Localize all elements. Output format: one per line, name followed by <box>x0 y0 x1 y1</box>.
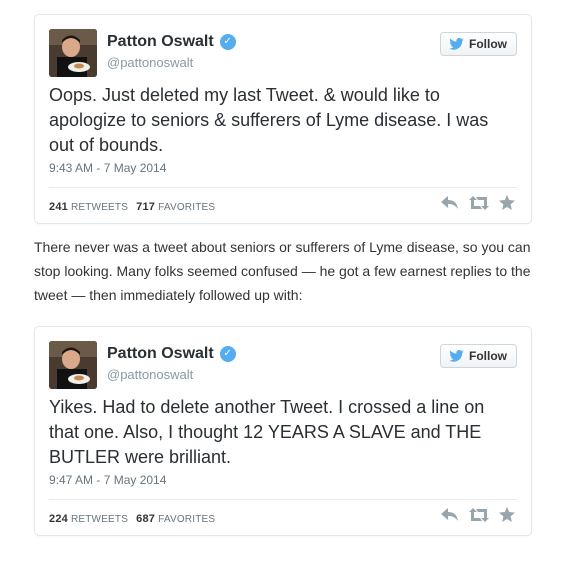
favorites-stat[interactable]: 717 FAVORITES <box>136 201 215 213</box>
reply-icon[interactable] <box>441 507 459 522</box>
follow-button-label: Follow <box>469 349 507 363</box>
retweets-count: 224 <box>49 513 68 525</box>
favorites-label: FAVORITES <box>158 202 216 213</box>
favorites-count: 687 <box>136 513 156 525</box>
follow-button-label: Follow <box>469 37 507 51</box>
tweet-text: Yikes. Had to delete another Tweet. I cr… <box>49 397 485 467</box>
reply-icon[interactable] <box>441 195 459 210</box>
favorites-stat[interactable]: 687 FAVORITES <box>136 513 215 525</box>
retweets-stat[interactable]: 224 RETWEETS <box>49 513 128 525</box>
explanation-paragraph: There never was a tweet about seniors or… <box>34 239 531 303</box>
author-handle[interactable]: @pattonoswalt <box>107 55 193 70</box>
tweet-timestamp[interactable]: 9:47 AM - 7 May 2014 <box>49 473 166 487</box>
tweet-text: Oops. Just deleted my last Tweet. & woul… <box>49 85 489 155</box>
tweet-timestamp[interactable]: 9:43 AM - 7 May 2014 <box>49 161 166 175</box>
author-handle[interactable]: @pattonoswalt <box>107 367 193 382</box>
twitter-bird-icon <box>449 38 464 50</box>
tweet-card: Patton Oswalt ✓ @pattonoswalt Follow Yik… <box>34 326 532 536</box>
follow-button[interactable]: Follow <box>440 32 517 56</box>
tweet-stats: 241 RETWEETS 717 FAVORITES <box>49 201 215 213</box>
author-name[interactable]: Patton Oswalt <box>107 345 214 363</box>
retweets-count: 241 <box>49 201 68 213</box>
tweet-actions <box>441 507 515 522</box>
favorites-count: 717 <box>136 201 156 213</box>
tweet-actions <box>441 195 515 210</box>
twitter-bird-icon <box>449 350 464 362</box>
verified-icon: ✓ <box>219 346 236 362</box>
verified-icon: ✓ <box>219 34 236 50</box>
favorite-icon[interactable] <box>499 507 515 522</box>
divider <box>49 499 517 500</box>
favorite-icon[interactable] <box>499 195 515 210</box>
retweets-label: RETWEETS <box>70 202 129 213</box>
avatar[interactable] <box>49 29 97 77</box>
tweet-card: Patton Oswalt ✓ @pattonoswalt Follow Oop… <box>34 14 532 224</box>
avatar[interactable] <box>49 341 97 389</box>
favorites-label: FAVORITES <box>158 514 216 525</box>
retweets-stat[interactable]: 241 RETWEETS <box>49 201 128 213</box>
tweet-stats: 224 RETWEETS 687 FAVORITES <box>49 513 215 525</box>
author-name[interactable]: Patton Oswalt <box>107 33 214 51</box>
divider <box>49 187 517 188</box>
follow-button[interactable]: Follow <box>440 344 517 368</box>
retweet-icon[interactable] <box>469 195 489 210</box>
retweet-icon[interactable] <box>469 507 489 522</box>
retweets-label: RETWEETS <box>70 514 129 525</box>
